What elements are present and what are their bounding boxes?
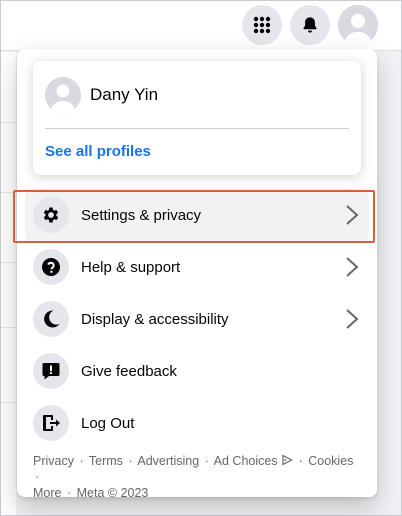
- separator: ·: [66, 486, 72, 500]
- see-all-profiles-link[interactable]: See all profiles: [45, 143, 151, 160]
- menu-item-log-out[interactable]: Log Out: [25, 397, 369, 449]
- profile-card: Dany Yin See all profiles: [33, 61, 361, 175]
- menu-item-display-accessibility[interactable]: Display & accessibility: [25, 293, 369, 345]
- help-icon: [33, 249, 69, 285]
- feedback-icon: [33, 353, 69, 389]
- footer-links: Privacy · Terms · Advertising · Ad Choic…: [33, 453, 363, 501]
- menu-item-label: Give feedback: [81, 362, 177, 380]
- avatar-icon: [45, 77, 81, 113]
- chevron-right-icon: [346, 205, 359, 225]
- menu-item-help-support[interactable]: Help & support: [25, 241, 369, 293]
- background-feed-strip: [1, 52, 16, 515]
- menu-item-settings-privacy[interactable]: Settings & privacy: [25, 189, 369, 241]
- advertising-link[interactable]: Advertising: [137, 454, 199, 468]
- separator: ·: [128, 454, 133, 468]
- gear-icon: [33, 197, 69, 233]
- menu-item-give-feedback[interactable]: Give feedback: [25, 345, 369, 397]
- avatar: [338, 5, 378, 45]
- profile-name: Dany Yin: [90, 85, 159, 104]
- moon-icon: [33, 301, 69, 337]
- separator: ·: [298, 454, 303, 468]
- ad-choices-link[interactable]: Ad Choices: [214, 454, 278, 468]
- profile-divider: [45, 128, 349, 129]
- menu-item-label: Settings & privacy: [81, 206, 202, 224]
- ad-choices-icon: [282, 454, 293, 466]
- cookies-link[interactable]: Cookies: [308, 454, 353, 468]
- bell-icon: [303, 17, 317, 33]
- chevron-right-icon: [346, 257, 359, 277]
- logout-icon: [33, 405, 69, 441]
- notifications-button[interactable]: [290, 5, 330, 45]
- menu-item-label: Help & support: [81, 258, 181, 276]
- more-link[interactable]: More: [33, 486, 61, 500]
- separator: ·: [35, 470, 40, 484]
- separator: ·: [79, 454, 84, 468]
- grid-menu-icon: [253, 16, 271, 34]
- copyright-text: Meta © 2023: [76, 486, 149, 500]
- profile-avatar: [45, 77, 81, 113]
- separator: ·: [204, 454, 209, 468]
- menu-item-label: Display & accessibility: [81, 310, 229, 328]
- privacy-link[interactable]: Privacy: [33, 454, 74, 468]
- profile-row[interactable]: Dany Yin: [45, 75, 158, 115]
- menu-item-label: Log Out: [81, 414, 135, 432]
- terms-link[interactable]: Terms: [89, 454, 123, 468]
- top-bar: [1, 1, 401, 51]
- account-dropdown: Dany Yin See all profiles Settings & pri…: [17, 49, 377, 500]
- chevron-right-icon: [346, 309, 359, 329]
- grid-menu-button[interactable]: [242, 5, 282, 45]
- account-avatar-button[interactable]: [338, 5, 378, 45]
